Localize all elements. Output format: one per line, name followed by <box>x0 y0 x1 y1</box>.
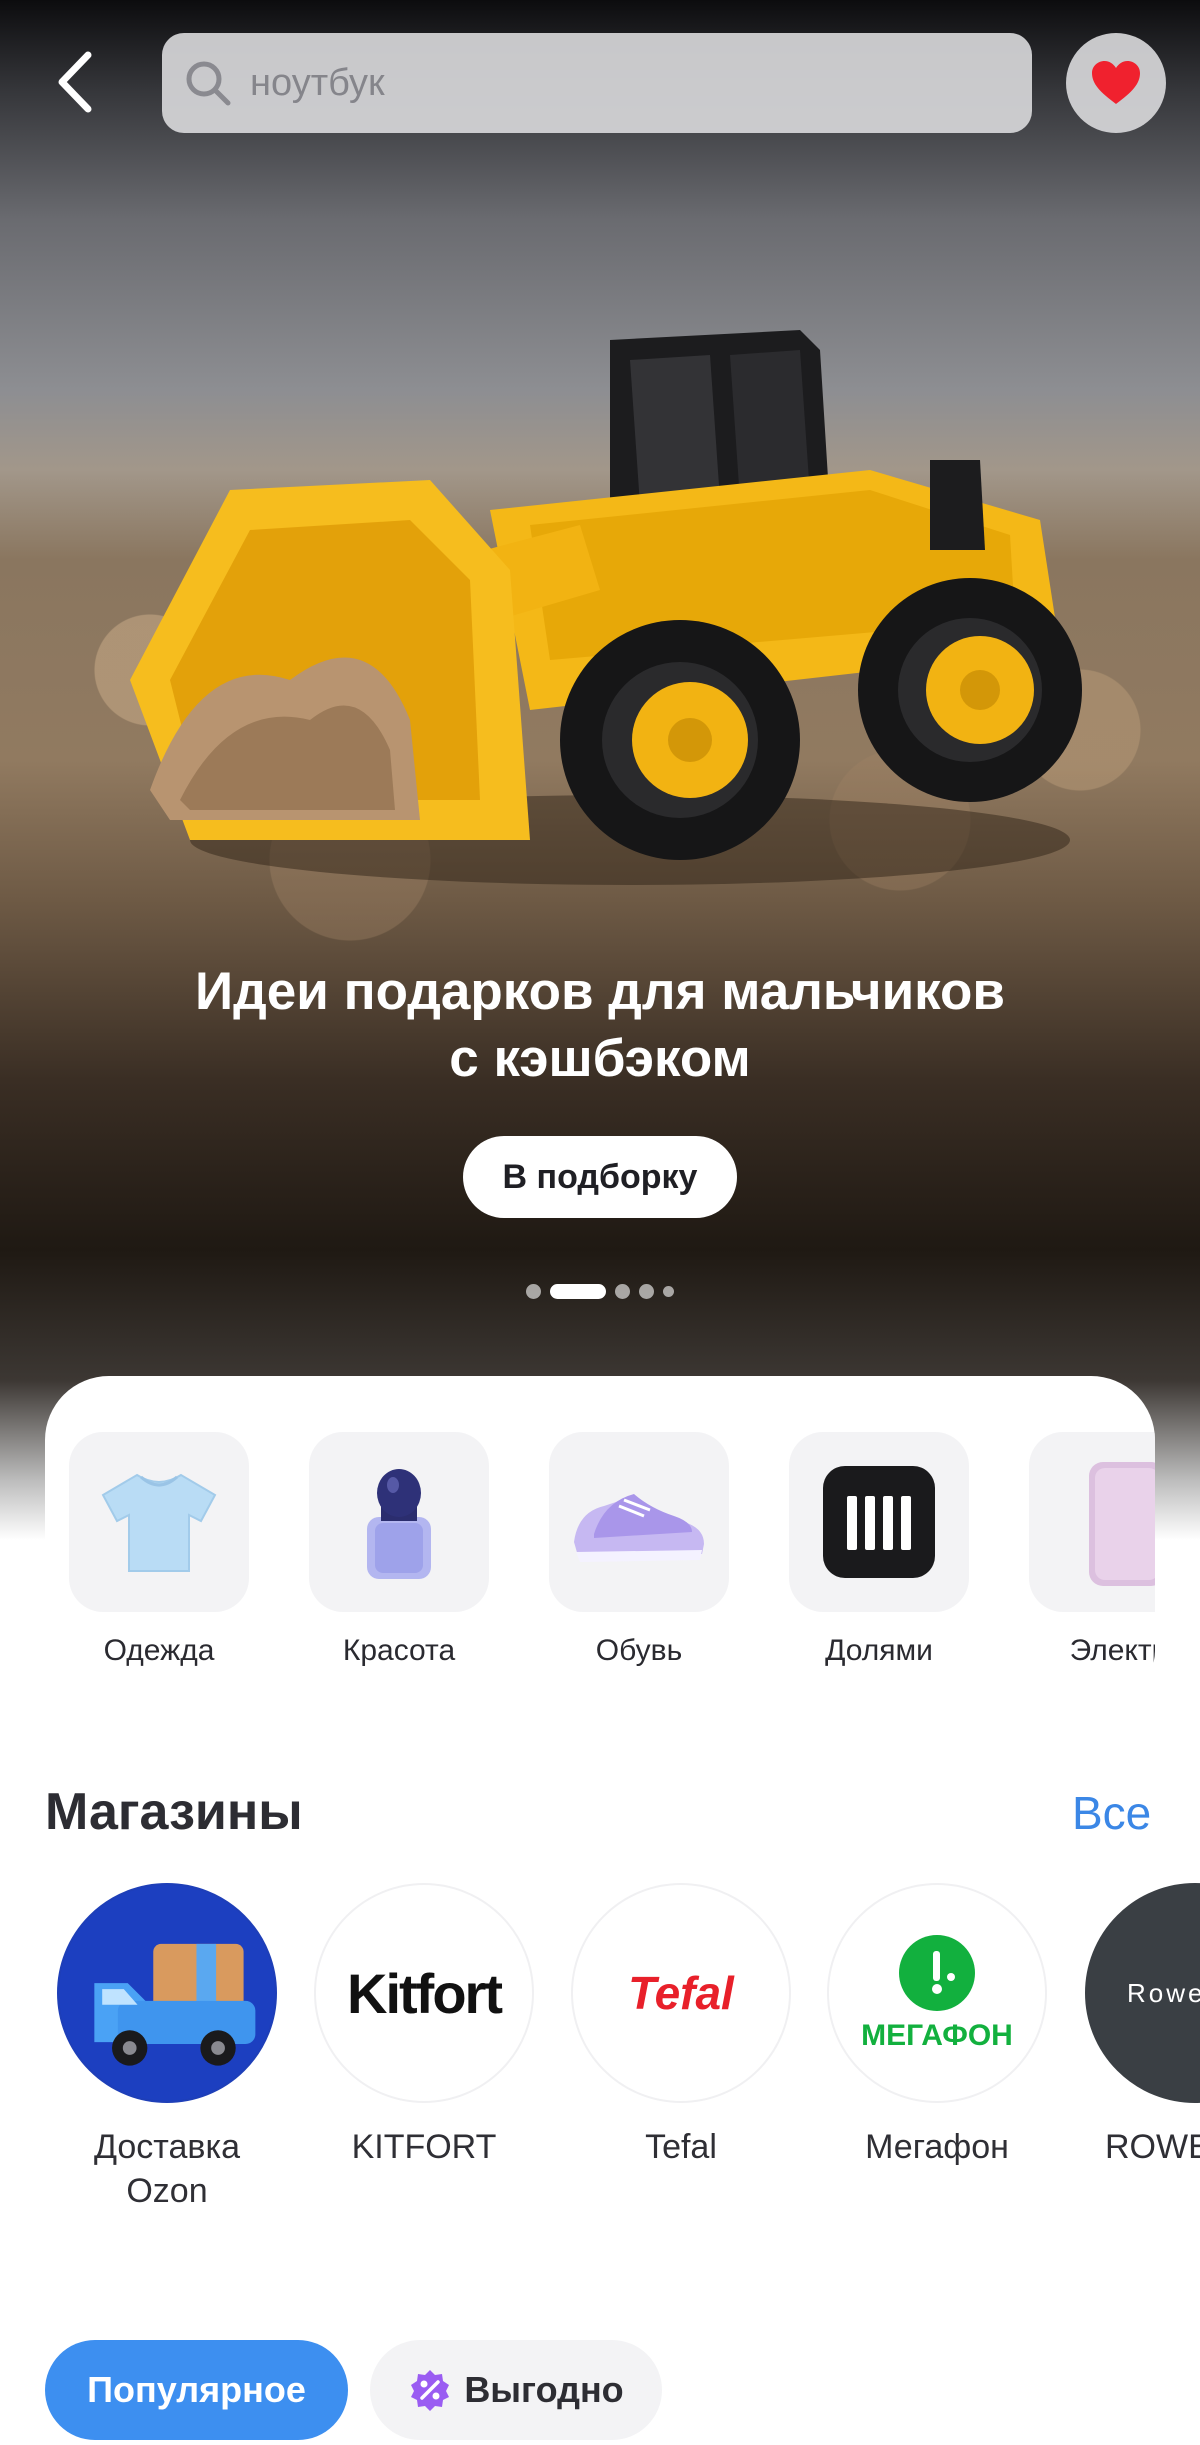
open-collection-button[interactable]: В подборку <box>463 1136 737 1218</box>
shop-ozon-delivery[interactable]: Доставка Ozon <box>57 1883 277 2213</box>
category-label: Красота <box>342 1634 456 1667</box>
shop-name: Доставка Ozon <box>93 2128 240 2210</box>
chevron-left-icon <box>58 51 92 113</box>
sneakers-icon <box>574 1494 704 1562</box>
category-electronics[interactable]: Электр <box>1029 1432 1155 1668</box>
dolyami-logo-icon <box>823 1466 935 1578</box>
category-label: Долями <box>825 1634 933 1667</box>
delivery-truck-icon <box>59 1885 275 2101</box>
shops-all-link[interactable]: Все <box>1072 1786 1151 1840</box>
shop-tefal[interactable]: Tefal Tefal <box>571 1883 791 2169</box>
category-shoes[interactable]: Обувь <box>549 1432 729 1668</box>
carousel-dot <box>639 1284 654 1299</box>
rowe-logo: Rowe <box>1127 1977 1200 2008</box>
category-beauty[interactable]: Красота <box>309 1432 489 1668</box>
shop-name: Мегафон <box>865 2128 1009 2166</box>
search-icon <box>186 61 231 106</box>
banner-title-line-1: Идеи подарков для мальчиков <box>195 962 1005 1021</box>
category-thumb <box>789 1432 969 1612</box>
categories-row: Одежда Красота Обувь Долями Элект <box>69 1432 1155 1668</box>
tshirt-icon <box>101 1473 217 1572</box>
category-label: Одежда <box>103 1634 215 1667</box>
shop-name: KITFORT <box>351 2128 497 2166</box>
shops-title: Магазины <box>45 1783 303 1841</box>
popular-chip[interactable]: Популярное <box>45 2340 348 2440</box>
heart-icon <box>1092 61 1140 104</box>
carousel-dot <box>615 1284 630 1299</box>
back-button[interactable] <box>44 44 104 120</box>
banner-title-line-2: с кэшбэком <box>449 1029 751 1088</box>
shop-logo: Rowe <box>1085 1883 1200 2103</box>
shop-logo: МЕГАФОН <box>827 1883 1047 2103</box>
megafon-logo-text: МЕГАФОН <box>861 2019 1013 2052</box>
shop-logo: Tefal <box>571 1883 791 2103</box>
shop-name: Tefal <box>645 2128 717 2166</box>
shop-megafon[interactable]: МЕГАФОН Мегафон <box>827 1883 1047 2169</box>
kitfort-logo: Kitfort <box>347 1961 503 2025</box>
shop-name: ROWE <box>1105 2128 1200 2166</box>
shop-logo: Kitfort <box>314 1883 534 2103</box>
carousel-dot <box>526 1284 541 1299</box>
toy-bulldozer-image <box>130 330 1082 885</box>
phone-icon <box>1089 1462 1155 1586</box>
carousel-dot <box>663 1286 674 1297</box>
category-clothing[interactable]: Одежда <box>69 1432 249 1668</box>
shop-rowe[interactable]: Rowe ROWE <box>1085 1883 1200 2169</box>
category-label: Обувь <box>595 1634 683 1667</box>
category-thumb <box>69 1432 249 1612</box>
perfume-bottle-icon <box>367 1469 431 1579</box>
banner-title: Идеи подарков для мальчиков с кэшбэком <box>0 958 1200 1092</box>
category-thumb <box>309 1432 489 1612</box>
carousel-dot-active <box>550 1284 606 1299</box>
megafon-logo-icon <box>899 1935 975 2011</box>
promo-banner[interactable]: Идеи подарков для мальчиков с кэшбэком В… <box>0 0 1200 1540</box>
shop-kitfort[interactable]: Kitfort KITFORT <box>314 1883 534 2169</box>
category-thumb <box>1029 1432 1155 1612</box>
search-bar[interactable] <box>162 33 1032 133</box>
category-dolyami[interactable]: Долями <box>789 1432 969 1668</box>
deal-chip-label: Выгодно <box>464 2369 624 2410</box>
category-thumb <box>549 1432 729 1612</box>
carousel-indicator <box>0 1284 1200 1299</box>
shop-logo <box>57 1883 277 2103</box>
deal-chip[interactable]: Выгодно <box>370 2340 662 2440</box>
tefal-logo: Tefal <box>628 1967 734 2019</box>
search-input[interactable] <box>250 61 950 105</box>
discount-badge-icon <box>411 2370 450 2411</box>
category-label: Электр <box>1069 1634 1155 1667</box>
categories-card: Одежда Красота Обувь Долями Элект <box>45 1376 1155 1713</box>
favorites-button[interactable] <box>1066 33 1166 133</box>
